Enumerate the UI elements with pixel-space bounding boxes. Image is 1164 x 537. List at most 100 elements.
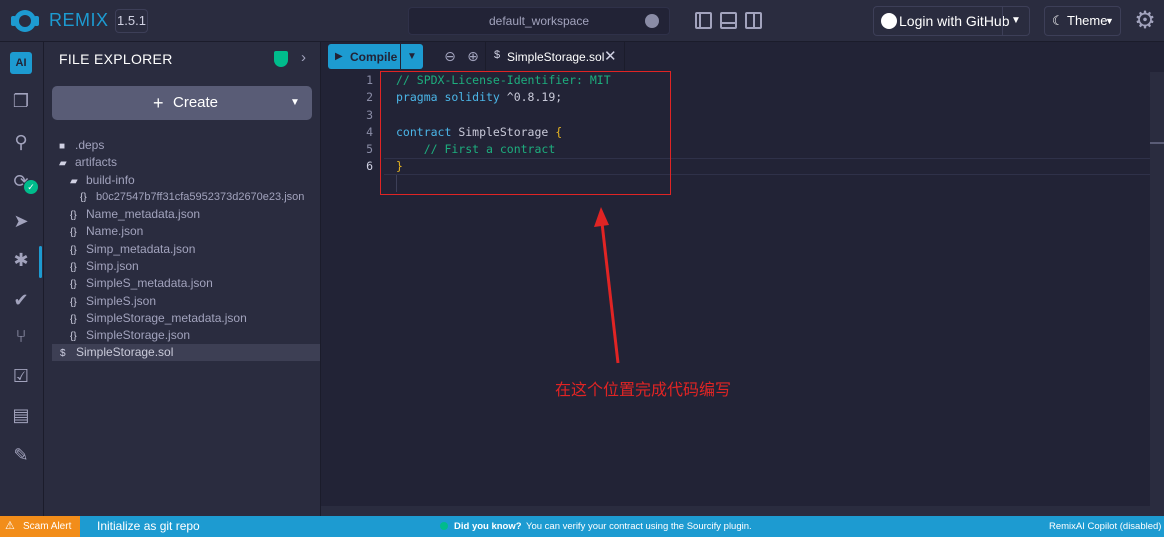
version-badge: 1.5.1 <box>115 9 148 33</box>
workspace-name: default_workspace <box>488 14 590 28</box>
tree-item[interactable]: {} Name_metadata.json <box>70 206 310 223</box>
tree-item[interactable]: ▰ artifacts <box>59 154 309 171</box>
json-icon: {} <box>70 227 77 238</box>
brand-name: REMIX <box>49 10 109 30</box>
workspace-selector[interactable]: default_workspace <box>408 7 670 35</box>
compile-label: Compile <box>350 50 398 64</box>
learneth-icon[interactable]: ▤ <box>10 404 32 426</box>
create-label: Create <box>173 94 219 111</box>
top-bar: REMIX 1.5.1 default_workspace Login with… <box>0 0 1164 42</box>
did-you-know-message: You can verify your contract using the S… <box>526 521 752 532</box>
compile-button[interactable]: ▶ Compile <box>328 44 400 69</box>
tree-item-selected[interactable]: $ SimpleStorage.sol <box>52 344 320 361</box>
chevron-down-icon: ▼ <box>407 51 417 62</box>
close-icon[interactable]: ✕ <box>604 47 617 65</box>
file-explorer-panel: FILE EXPLORER › + Create ▼ ■ .deps ▰ artif… <box>44 42 321 516</box>
tree-item[interactable]: {} SimpleS.json <box>70 293 310 310</box>
tree-item[interactable]: {} SimpleStorage.json <box>70 327 310 344</box>
static-analysis-icon[interactable]: ☑ <box>10 365 32 387</box>
annotation-arrow <box>594 207 620 364</box>
json-icon: {} <box>70 210 77 221</box>
plugin-manager-icon[interactable]: ✎ <box>10 444 32 466</box>
line-number: 5 <box>366 142 373 156</box>
remix-logo[interactable] <box>8 5 42 37</box>
json-icon: {} <box>70 297 77 308</box>
line-number: 3 <box>366 108 373 122</box>
chevron-down-icon: ▼ <box>1105 16 1114 26</box>
json-icon: {} <box>80 192 87 203</box>
tree-item[interactable]: {} Simp_metadata.json <box>70 241 310 258</box>
toggle-bottom-panel-icon[interactable] <box>720 12 737 29</box>
line-number: 6 <box>366 159 373 173</box>
icon-rail: AI ❐ ⚲ ⟳ ✓ ➤ ✱ ✔ ⑂ ☑ ▤ ✎ <box>0 42 44 516</box>
active-indicator <box>39 246 42 278</box>
tree-item[interactable]: {} b0c27547b7ff31cfa5952373d2670e23.json <box>80 189 316 206</box>
annotation-text: 在这个位置完成代码编写 <box>555 382 732 399</box>
terminal-collapsed-bar[interactable] <box>321 506 1164 516</box>
scam-alert-label: Scam Alert <box>23 521 72 532</box>
json-icon: {} <box>70 331 77 342</box>
tip-icon <box>440 522 448 530</box>
folder-open-icon: ▰ <box>70 176 78 187</box>
chevron-right-icon[interactable]: › <box>301 49 306 66</box>
tab-label: SimpleStorage.sol <box>507 50 605 64</box>
json-icon: {} <box>70 279 77 290</box>
files-icon[interactable]: ❐ <box>10 90 32 112</box>
search-icon[interactable]: ⚲ <box>10 131 32 153</box>
login-github-label: Login with GitHub <box>899 13 1010 29</box>
line-number: 4 <box>366 125 373 139</box>
line-number: 2 <box>366 90 373 104</box>
toggle-left-panel-icon[interactable] <box>695 12 712 29</box>
testing-icon[interactable]: ✔ <box>10 289 32 311</box>
solidity-file-icon: $ <box>494 49 501 61</box>
status-bar: ⚠ Scam Alert Initialize as git repo Did … <box>0 516 1164 537</box>
workspace-toggle-icon[interactable] <box>645 14 659 28</box>
github-icon <box>881 13 897 29</box>
github-divider <box>1002 7 1003 35</box>
copilot-status[interactable]: RemixAI Copilot (disabled) <box>1049 521 1161 532</box>
tree-item[interactable]: {} Simp.json <box>70 258 310 275</box>
create-button[interactable]: + Create ▼ <box>52 86 312 120</box>
warning-icon: ⚠ <box>5 520 15 532</box>
folder-icon: ■ <box>59 141 66 152</box>
scam-alert-button[interactable]: ⚠ Scam Alert <box>0 516 80 537</box>
json-icon: {} <box>70 314 77 325</box>
moon-icon: ☾ <box>1052 13 1064 28</box>
did-you-know-title: Did you know? <box>454 521 522 532</box>
compile-options-button[interactable]: ▼ <box>401 44 423 69</box>
tab-simplestorage[interactable]: $ SimpleStorage.sol ✕ <box>485 42 625 72</box>
compiled-check-icon: ✓ <box>24 180 38 194</box>
zoom-in-icon[interactable]: ⊕ <box>464 47 482 65</box>
chevron-down-icon[interactable]: ▼ <box>1011 7 1021 35</box>
gear-icon[interactable]: ⚙ <box>1133 9 1157 33</box>
json-icon: {} <box>70 262 77 273</box>
ai-icon[interactable]: AI <box>10 52 32 74</box>
zoom-out-icon[interactable]: ⊖ <box>441 47 459 65</box>
editor-toolbar: ▶ Compile ▼ ⊖ ⊕ $ SimpleStorage.sol ✕ <box>321 42 1164 72</box>
tree-item[interactable]: {} SimpleStorage_metadata.json <box>70 310 310 327</box>
json-icon: {} <box>70 245 77 256</box>
folder-open-icon: ▰ <box>59 158 67 169</box>
tree-item[interactable]: {} SimpleS_metadata.json <box>70 275 310 292</box>
solidity-file-icon: $ <box>60 348 66 359</box>
theme-label: Theme <box>1067 13 1108 28</box>
line-number: 1 <box>366 73 373 87</box>
annotation-box <box>380 71 671 195</box>
deploy-icon[interactable]: ➤ <box>10 210 32 232</box>
shield-icon[interactable] <box>274 51 288 67</box>
plus-icon: + <box>153 93 164 113</box>
play-icon: ▶ <box>335 51 343 62</box>
login-github-button[interactable]: Login with GitHub ▼ <box>873 6 1030 36</box>
git-icon[interactable]: ⑂ <box>10 325 32 347</box>
tree-item[interactable]: {} Name.json <box>70 223 310 240</box>
theme-button[interactable]: ☾ Theme ▼ <box>1044 6 1121 36</box>
editor-scrollbar[interactable] <box>1150 72 1164 506</box>
chevron-down-icon[interactable]: ▼ <box>290 86 300 120</box>
scroll-marker <box>1150 142 1164 144</box>
init-git-link[interactable]: Initialize as git repo <box>97 519 200 533</box>
tree-item[interactable]: ■ .deps <box>59 137 309 154</box>
toggle-right-panel-icon[interactable] <box>745 12 762 29</box>
tree-item[interactable]: ▰ build-info <box>70 172 310 189</box>
debugger-icon[interactable]: ✱ <box>10 249 32 271</box>
panel-title: FILE EXPLORER <box>59 51 173 67</box>
